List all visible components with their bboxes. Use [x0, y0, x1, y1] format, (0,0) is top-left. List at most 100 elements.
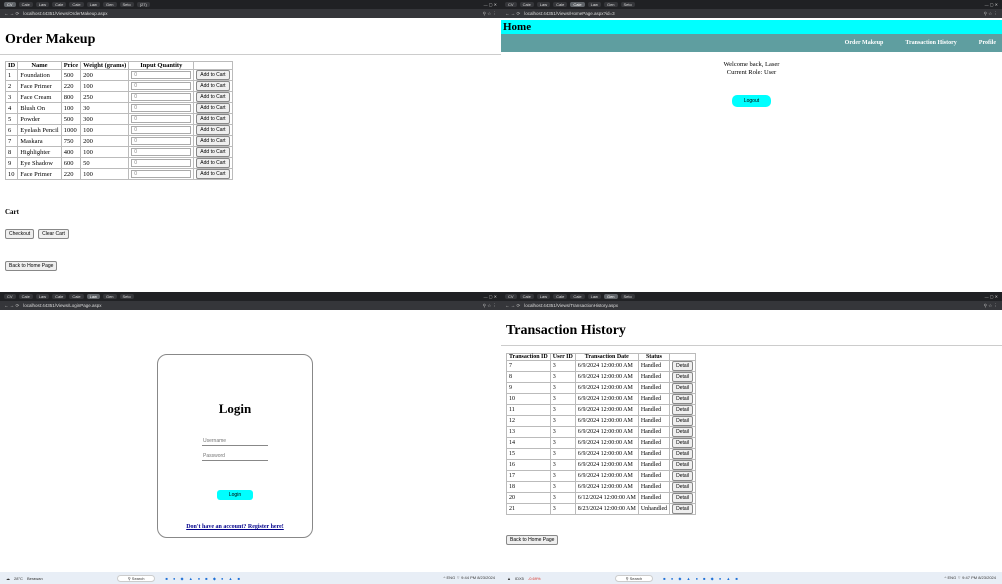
add-to-cart-button[interactable]: Add to Cart — [196, 136, 230, 146]
browser-tools-icon[interactable]: ⚲ ☆ ⋮ — [984, 11, 998, 17]
browser-tab[interactable]: CV — [505, 2, 517, 7]
logout-button[interactable]: Logout — [731, 95, 772, 107]
back-home-button[interactable]: Back to Home Page — [506, 535, 559, 545]
add-to-cart-button[interactable]: Add to Cart — [196, 169, 230, 179]
taskbar-app-icons[interactable]: ■ ● ◆ ▲ ● ■ ◆ ● ▲ ■ — [165, 576, 242, 581]
weather-icon[interactable]: ☁ — [6, 576, 10, 581]
register-link[interactable]: Don't have an account? Register here! — [186, 524, 284, 530]
quantity-input[interactable] — [131, 148, 192, 156]
detail-button[interactable]: Detail — [672, 449, 693, 459]
clock-time[interactable]: 9:44 PM — [461, 575, 476, 580]
browser-tab[interactable]: Cale — [519, 2, 534, 7]
clock-time[interactable]: 9:47 PM — [962, 575, 977, 580]
stock-name[interactable]: IDX5 — [515, 576, 524, 581]
add-to-cart-button[interactable]: Add to Cart — [196, 70, 230, 80]
url-text[interactable]: localhost:44351/Views/TransactionHistory… — [524, 303, 618, 308]
password-input[interactable] — [202, 452, 268, 461]
language-indicator[interactable]: ENG — [948, 575, 957, 580]
quantity-input[interactable] — [131, 170, 192, 178]
weather-temp[interactable]: 28°C — [14, 576, 23, 581]
detail-button[interactable]: Detail — [672, 460, 693, 470]
add-to-cart-button[interactable]: Add to Cart — [196, 92, 230, 102]
browser-tab[interactable]: Law — [587, 2, 601, 7]
username-input[interactable] — [202, 437, 268, 446]
nav-transaction-history[interactable]: Transaction History — [905, 40, 956, 46]
window-controls[interactable]: — ▢ ✕ — [484, 2, 497, 7]
browser-tab[interactable]: Seto — [620, 2, 635, 7]
browser-tools-icon[interactable]: ⚲ ☆ ⋮ — [483, 303, 497, 309]
browser-tab[interactable]: Law — [536, 294, 551, 299]
browser-tab[interactable]: Seto — [119, 2, 134, 7]
url-text[interactable]: localhost:44351/Views/HomePage.aspx?id=3 — [524, 11, 614, 16]
detail-button[interactable]: Detail — [672, 493, 693, 503]
browser-tab[interactable]: Law — [35, 294, 50, 299]
browser-tools-icon[interactable]: ⚲ ☆ ⋮ — [483, 11, 497, 17]
browser-tab[interactable]: Cale — [519, 294, 534, 299]
taskbar-app-icons[interactable]: ■ ● ◆ ▲ ● ■ ◆ ● ▲ ■ — [663, 576, 740, 581]
browser-tab[interactable]: Law — [35, 2, 50, 7]
browser-tab[interactable]: Cale — [52, 2, 67, 7]
browser-tab[interactable]: (27) — [136, 2, 150, 7]
quantity-input[interactable] — [131, 115, 192, 123]
clock-date[interactable]: 8/23/2024 — [477, 575, 495, 580]
detail-button[interactable]: Detail — [672, 427, 693, 437]
address-bar[interactable]: ← → ⟳ localhost:44351/Views/HomePage.asp… — [501, 9, 1002, 18]
system-tray[interactable]: ^ ENG ⌔ 9:44 PM 8/23/2024 — [444, 575, 495, 581]
browser-tab[interactable]: Cale — [553, 2, 568, 7]
nav-arrows-icon[interactable]: ← → ⟳ — [505, 303, 520, 309]
browser-tab[interactable]: CV — [4, 294, 16, 299]
browser-tab[interactable]: Cale — [52, 294, 67, 299]
nav-arrows-icon[interactable]: ← → ⟳ — [505, 11, 520, 17]
address-bar[interactable]: ← → ⟳ localhost:44351/Views/OrderMakeup.… — [0, 9, 501, 18]
detail-button[interactable]: Detail — [672, 383, 693, 393]
back-home-button[interactable]: Back to Home Page — [5, 261, 58, 271]
browser-tab[interactable]: Law — [86, 2, 100, 7]
nav-arrows-icon[interactable]: ← → ⟳ — [4, 303, 19, 309]
clear-cart-button[interactable]: Clear Cart — [38, 229, 69, 239]
browser-tab[interactable]: Cale — [570, 2, 585, 7]
browser-tab[interactable]: Cale — [570, 294, 585, 299]
detail-button[interactable]: Detail — [672, 394, 693, 404]
browser-tab[interactable]: Cale — [69, 294, 84, 299]
add-to-cart-button[interactable]: Add to Cart — [196, 158, 230, 168]
browser-tab[interactable]: Cale — [553, 294, 568, 299]
detail-button[interactable]: Detail — [672, 416, 693, 426]
browser-tab[interactable]: Cale — [18, 294, 33, 299]
quantity-input[interactable] — [131, 82, 192, 90]
window-controls[interactable]: — ▢ ✕ — [484, 294, 497, 299]
detail-button[interactable]: Detail — [672, 405, 693, 415]
browser-tab[interactable]: CV — [4, 2, 16, 7]
browser-tab[interactable]: Seto — [119, 294, 134, 299]
url-text[interactable]: localhost:44351/Views/OrderMakeup.aspx — [23, 11, 107, 16]
add-to-cart-button[interactable]: Add to Cart — [196, 125, 230, 135]
add-to-cart-button[interactable]: Add to Cart — [196, 147, 230, 157]
quantity-input[interactable] — [131, 126, 192, 134]
url-text[interactable]: localhost:44351/Views/LoginPage.aspx — [23, 303, 101, 308]
browser-tab[interactable]: Law — [536, 2, 551, 7]
detail-button[interactable]: Detail — [672, 438, 693, 448]
browser-tab[interactable]: Law — [587, 294, 601, 299]
address-bar[interactable]: ← → ⟳ localhost:44351/Views/LoginPage.as… — [0, 301, 501, 310]
quantity-input[interactable] — [131, 71, 192, 79]
quantity-input[interactable] — [131, 137, 192, 145]
browser-tab[interactable]: Gen — [102, 294, 117, 299]
browser-tab[interactable]: Gen — [603, 2, 618, 7]
stock-icon[interactable]: ▲ — [507, 576, 511, 581]
quantity-input[interactable] — [131, 159, 192, 167]
address-bar[interactable]: ← → ⟳ localhost:44351/Views/TransactionH… — [501, 301, 1002, 310]
add-to-cart-button[interactable]: Add to Cart — [196, 114, 230, 124]
system-tray[interactable]: ^ ENG ⌔ 9:47 PM 8/23/2024 — [945, 575, 996, 581]
browser-tab[interactable]: Cale — [18, 2, 33, 7]
browser-tab[interactable]: Gen — [102, 2, 117, 7]
window-controls[interactable]: — ▢ ✕ — [985, 294, 998, 299]
nav-profile[interactable]: Profile — [979, 40, 996, 46]
language-indicator[interactable]: ENG — [447, 575, 456, 580]
browser-tab[interactable]: CV — [505, 294, 517, 299]
detail-button[interactable]: Detail — [672, 504, 693, 514]
detail-button[interactable]: Detail — [672, 471, 693, 481]
browser-tab[interactable]: Law — [86, 294, 100, 299]
checkout-button[interactable]: Checkout — [5, 229, 35, 239]
add-to-cart-button[interactable]: Add to Cart — [196, 81, 230, 91]
taskbar-search[interactable]: ⚲ Search — [614, 574, 654, 582]
taskbar-search[interactable]: ⚲ Search — [116, 574, 156, 582]
